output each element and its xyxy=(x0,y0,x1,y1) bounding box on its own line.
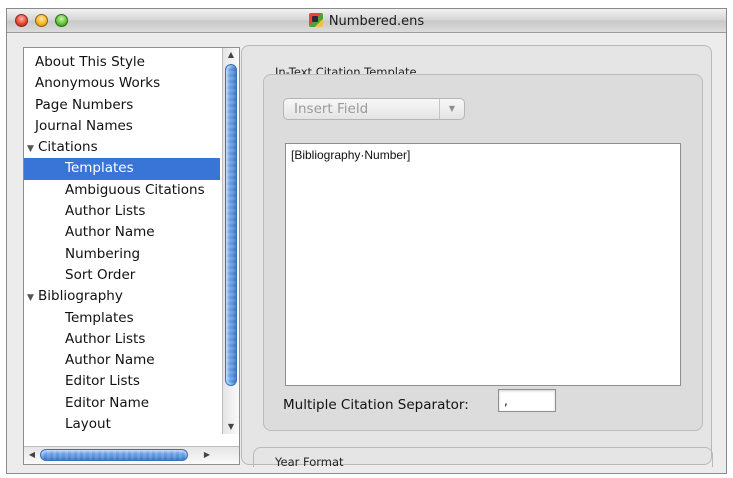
disclosure-triangle-icon[interactable]: ▼ xyxy=(27,288,37,307)
separator-input[interactable]: , xyxy=(498,389,556,412)
sidebar-item[interactable]: Templates xyxy=(24,158,220,180)
sidebar-item-label: Anonymous Works xyxy=(35,75,161,92)
sidebar-item[interactable]: Ambiguous Citations xyxy=(24,180,220,201)
sidebar-item[interactable]: Anonymous Works xyxy=(24,73,220,94)
sidebar-item[interactable]: ▼ Bibliography xyxy=(24,286,220,307)
sidebar-item[interactable]: Layout xyxy=(24,414,220,435)
sidebar-item[interactable]: Author Name xyxy=(24,222,220,243)
sidebar-item-label: Author Name xyxy=(65,224,155,241)
sidebar-item-label: Sort Order xyxy=(65,266,136,283)
style-outline-list[interactable]: About This Style Anonymous Works Page Numb… xyxy=(23,47,240,465)
sidebar-item[interactable]: Author Lists xyxy=(24,201,220,222)
sidebar-item-label: Journal Names xyxy=(35,117,133,134)
sidebar-item-label: Editor Lists xyxy=(65,373,140,390)
sidebar-item[interactable]: Journal Names xyxy=(24,116,220,137)
scroll-down-arrow-icon[interactable]: ▼ xyxy=(223,420,239,434)
title-bar[interactable]: Numbered.ens xyxy=(7,9,726,33)
vertical-scrollbar[interactable]: ▲ ▼ xyxy=(222,48,239,434)
next-section-title: Year Format xyxy=(275,455,344,469)
sidebar-item-label: Templates xyxy=(65,160,134,177)
horizontal-scroll-thumb[interactable] xyxy=(40,449,188,461)
sidebar-item-label: Bibliography xyxy=(38,288,123,305)
popup-arrow-icon: ▼ xyxy=(439,99,464,119)
sidebar-item-label: Citations xyxy=(38,139,98,156)
sidebar-item-label: Ambiguous Citations xyxy=(65,181,205,198)
sidebar-item-label: Author Lists xyxy=(65,330,146,347)
insert-field-popup[interactable]: Insert Field ▼ xyxy=(283,98,465,120)
outline-items: About This Style Anonymous Works Page Numb… xyxy=(24,52,220,435)
window-title-wrap: Numbered.ens xyxy=(7,13,726,29)
scroll-right-arrow-icon[interactable]: ▶ xyxy=(200,447,214,463)
scroll-up-arrow-icon[interactable]: ▲ xyxy=(223,48,239,62)
document-icon xyxy=(308,13,323,27)
vertical-scroll-thumb[interactable] xyxy=(225,64,237,386)
scroll-left-arrow-icon[interactable]: ◀ xyxy=(25,447,39,463)
sidebar-item[interactable]: About This Style xyxy=(24,52,220,73)
sidebar-item[interactable]: Numbering xyxy=(24,244,220,265)
sidebar-item-label: Numbering xyxy=(65,245,141,262)
sidebar-item[interactable]: Author Lists xyxy=(24,329,220,350)
sidebar-item[interactable]: Editor Lists xyxy=(24,371,220,392)
citation-template-editor[interactable]: [Bibliography·Number] xyxy=(285,143,681,386)
sidebar-item[interactable]: Page Numbers xyxy=(24,95,220,116)
sidebar-item-label: About This Style xyxy=(35,54,145,70)
sidebar-item[interactable]: ▼ Citations xyxy=(24,137,220,158)
sidebar-item-label: Editor Name xyxy=(65,394,150,411)
sidebar-item[interactable]: Author Name xyxy=(24,350,220,371)
sidebar-item-label: Page Numbers xyxy=(35,96,134,113)
disclosure-triangle-icon[interactable]: ▼ xyxy=(27,139,37,158)
sidebar-item[interactable]: Sort Order xyxy=(24,265,220,286)
sidebar-item-label: Templates xyxy=(65,309,134,326)
sidebar-item-label: Author Name xyxy=(65,352,155,369)
sidebar-item[interactable]: Editor Name xyxy=(24,393,220,414)
horizontal-scrollbar[interactable]: ◀ ▶ xyxy=(24,446,239,464)
sidebar-item-label: Author Lists xyxy=(65,203,146,220)
window-title: Numbered.ens xyxy=(328,14,425,29)
insert-field-label: Insert Field xyxy=(294,101,369,117)
sidebar-item[interactable]: Templates xyxy=(24,308,220,329)
separator-label: Multiple Citation Separator: xyxy=(283,397,469,413)
sidebar-item-label: Layout xyxy=(65,416,111,433)
template-text: [Bibliography·Number] xyxy=(291,148,411,162)
